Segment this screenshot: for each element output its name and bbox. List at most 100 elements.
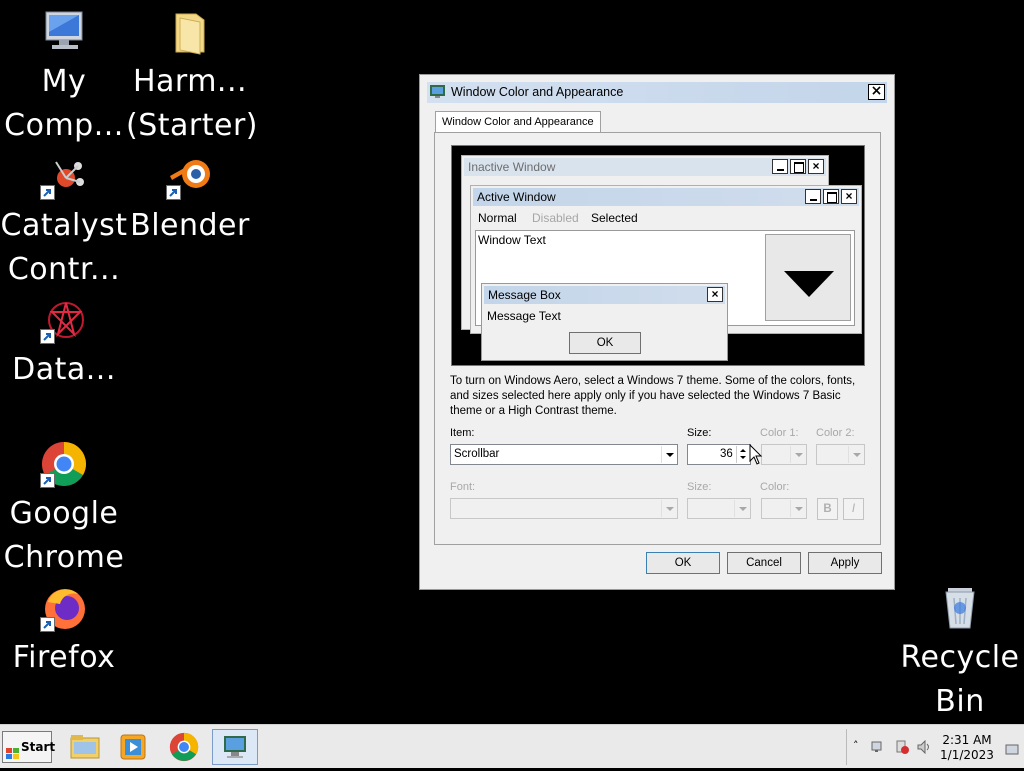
chrome-icon [40, 440, 88, 488]
close-icon: × [870, 83, 883, 99]
dialog-title: Window Color and Appearance [451, 85, 624, 99]
close-icon: × [707, 287, 723, 302]
desktop-icon-label: Harm... (Starter) [126, 64, 258, 143]
active-window-title: Active Window [477, 190, 556, 204]
tab-window-color-appearance[interactable]: Window Color and Appearance [435, 111, 601, 133]
firefox-icon [40, 584, 88, 632]
desktop-icon-recycle-bin[interactable]: Recycle Bin [896, 584, 1024, 724]
desktop-icon-my-computer[interactable]: My Comp... [0, 8, 128, 148]
item-select[interactable]: Scrollbar [450, 444, 678, 465]
desktop-icon-google-chrome[interactable]: Google Chrome [0, 440, 128, 580]
size-value: 36 [720, 448, 733, 460]
show-hidden-icons-icon[interactable]: ˄ [853, 739, 859, 752]
computer-icon [40, 8, 88, 56]
desktop-icon-label: Recycle Bin [900, 640, 1020, 719]
preview-msgbox-titlebar: Message Box × [484, 286, 725, 304]
font-color-picker[interactable] [761, 498, 807, 519]
chevron-down-icon [848, 446, 863, 463]
desktop-icon-label: My Comp... [4, 64, 124, 143]
maximize-icon [790, 159, 806, 174]
scroll-down-arrow-icon [784, 271, 834, 297]
shortcut-arrow-icon [166, 185, 181, 200]
window-color-appearance-dialog: Window Color and Appearance × Window Col… [419, 74, 895, 590]
recycle-bin-icon [936, 584, 984, 632]
taskbar-explorer-button[interactable] [68, 730, 102, 764]
shortcut-arrow-icon [40, 329, 55, 344]
color1-picker[interactable] [761, 444, 807, 465]
start-button[interactable]: Start [2, 731, 55, 763]
size-spinner[interactable]: 36 [687, 444, 751, 465]
taskbar: Start ˄ 2:31 AM 1/1/2023 [0, 724, 1024, 768]
desktop-icon-harm-starter[interactable]: Harm... (Starter) [126, 8, 258, 148]
message-box-title: Message Box [488, 288, 561, 302]
maximize-icon [823, 189, 839, 204]
desktop-icon-firefox[interactable]: Firefox [0, 584, 128, 680]
desktop-icon-label: Firefox [12, 640, 116, 675]
window-text: Window Text [478, 233, 546, 247]
appearance-app-icon [224, 736, 246, 758]
italic-button[interactable]: I [843, 498, 864, 520]
spinner-arrows-icon[interactable] [736, 446, 749, 463]
chevron-down-icon [661, 500, 676, 517]
preview-scrollbar-button[interactable] [765, 234, 851, 321]
chevron-down-icon [734, 500, 749, 517]
apply-button[interactable]: Apply [808, 552, 882, 574]
close-icon: × [808, 159, 824, 174]
media-player-icon [120, 734, 146, 760]
desktop-icon-catalyst[interactable]: Catalyst Contr... [0, 152, 128, 292]
appearance-app-icon [430, 85, 445, 98]
shortcut-arrow-icon [40, 617, 55, 632]
font-select[interactable] [450, 498, 678, 519]
dialog-titlebar[interactable]: Window Color and Appearance × [427, 82, 887, 103]
font-color-label: Color: [760, 481, 790, 493]
chevron-down-icon [790, 500, 805, 517]
bold-button[interactable]: B [817, 498, 838, 520]
desktop-icon-label: Google Chrome [3, 496, 125, 575]
folder-icon [166, 8, 214, 56]
volume-icon[interactable] [917, 739, 933, 755]
action-center-icon[interactable] [895, 739, 909, 754]
show-desktop-icon[interactable] [1005, 741, 1019, 755]
color2-label: Color 2: [816, 427, 855, 439]
system-tray: ˄ 2:31 AM 1/1/2023 [846, 729, 1023, 765]
cancel-button[interactable]: Cancel [727, 552, 801, 574]
taskbar-media-player-button[interactable] [116, 730, 150, 764]
font-label: Font: [450, 481, 476, 493]
windows-logo-icon [6, 741, 19, 759]
appearance-preview: Inactive Window × Active Window × Normal… [451, 145, 865, 366]
taskbar-clock[interactable]: 2:31 AM 1/1/2023 [939, 733, 995, 763]
chevron-down-icon [661, 446, 676, 463]
desktop-icon-label: Catalyst Contr... [0, 208, 128, 287]
color2-picker[interactable] [816, 444, 865, 465]
network-icon[interactable] [871, 739, 885, 753]
mouse-cursor-icon [749, 443, 763, 470]
inactive-window-title: Inactive Window [468, 160, 556, 174]
close-icon: × [841, 189, 857, 204]
desktop-icon-label: Data... [12, 352, 116, 387]
preview-active-titlebar: Active Window × [473, 188, 859, 206]
preview-message-box[interactable]: Message Box × Message Text OK [481, 283, 728, 361]
desktop-icon-label: Blender [130, 208, 250, 243]
clock-date: 1/1/2023 [940, 748, 994, 762]
catalyst-icon [40, 152, 88, 200]
tab-panel: Inactive Window × Active Window × Normal… [434, 132, 881, 545]
ok-button[interactable]: OK [646, 552, 720, 574]
desktop-icon-blender[interactable]: Blender [126, 152, 254, 248]
font-size-select[interactable] [687, 498, 751, 519]
clock-time: 2:31 AM [942, 733, 992, 747]
menu-normal[interactable]: Normal [478, 211, 517, 225]
shortcut-arrow-icon [40, 185, 55, 200]
dialog-close-button[interactable]: × [868, 84, 885, 100]
size-label: Size: [687, 427, 712, 439]
font-size-label: Size: [687, 481, 712, 493]
preview-msgbox-ok-button[interactable]: OK [569, 332, 641, 354]
taskbar-chrome-button[interactable] [167, 730, 201, 764]
menu-disabled: Disabled [532, 211, 579, 225]
desktop-icon-data[interactable]: Data... [0, 296, 128, 392]
minimize-icon [772, 159, 788, 174]
chrome-icon [169, 732, 199, 762]
menu-selected[interactable]: Selected [591, 211, 638, 225]
chevron-down-icon [790, 446, 805, 463]
taskbar-appearance-button[interactable] [212, 729, 258, 765]
data-icon [40, 296, 88, 344]
